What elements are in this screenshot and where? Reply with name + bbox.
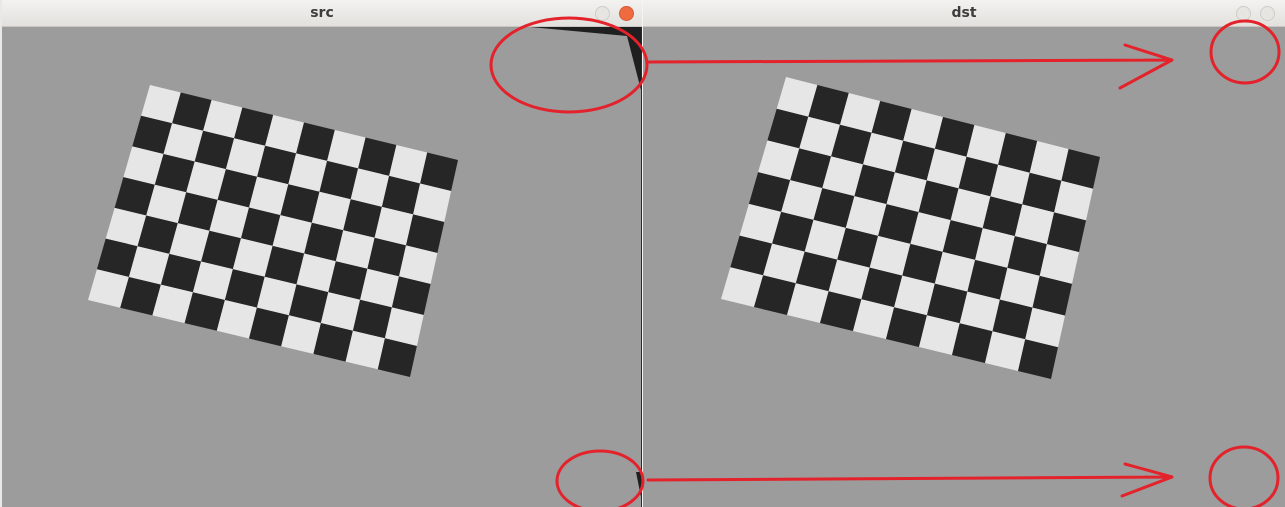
minimize-icon[interactable] <box>1236 6 1251 21</box>
dst-image <box>721 77 1100 379</box>
src-titlebar[interactable]: src <box>2 0 642 27</box>
src-image <box>88 27 641 497</box>
close-icon[interactable] <box>619 6 634 21</box>
src-window-title: src <box>310 5 334 21</box>
src-image-canvas <box>2 27 642 507</box>
dst-window: dst <box>643 0 1285 507</box>
src-window: src <box>2 0 642 507</box>
warp-black-corner-bottom <box>636 472 641 497</box>
dst-window-title: dst <box>951 5 977 21</box>
dst-titlebar[interactable]: dst <box>643 0 1285 27</box>
maximize-icon[interactable] <box>1260 6 1275 21</box>
warp-black-corner-top <box>530 27 641 90</box>
src-checkerboard <box>88 85 458 377</box>
dst-image-canvas <box>643 27 1285 507</box>
dst-checkerboard <box>721 77 1100 379</box>
minimize-icon[interactable] <box>595 6 610 21</box>
